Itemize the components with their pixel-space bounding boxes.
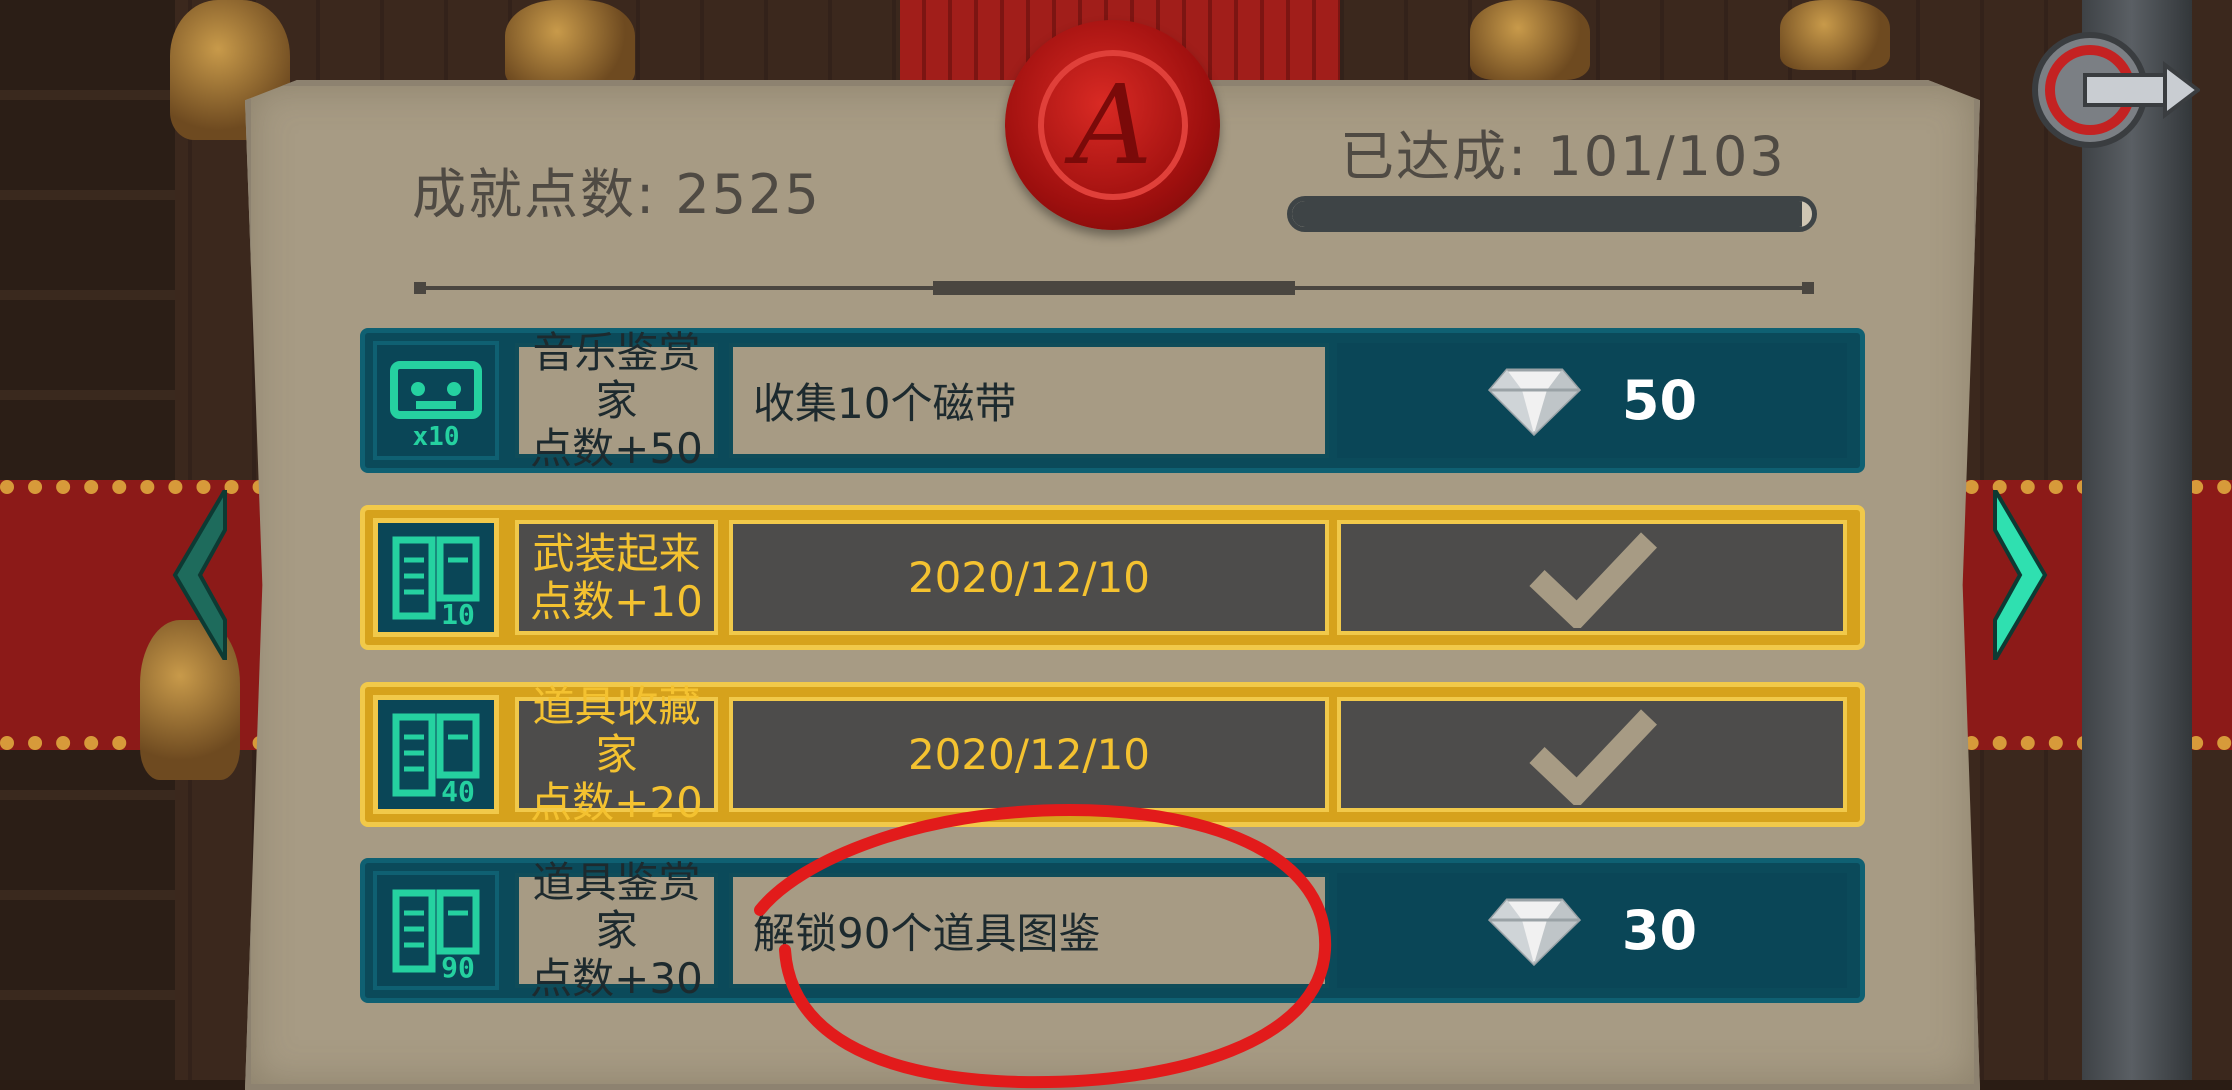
checkmark-icon: [1529, 708, 1657, 805]
achievement-progress-fill: [1292, 201, 1802, 227]
divider-end-right: [1802, 282, 1814, 294]
achievement-description-text: 收集10个磁带: [753, 379, 1017, 428]
achievement-points-label: 成就点数:: [412, 163, 657, 226]
achievement-name: 道具收藏家: [532, 681, 701, 779]
icon-badge: 40: [441, 775, 475, 805]
achievement-reward: [1337, 697, 1847, 812]
reward-gem-count: 30: [1621, 899, 1698, 962]
achievement-reward: 30: [1337, 873, 1847, 988]
achievement-name: 道具鉴赏家: [532, 857, 701, 955]
chevron-left-icon: [172, 482, 227, 668]
achievement-reward: 50: [1337, 343, 1847, 458]
achievement-name-cell: 音乐鉴赏家 点数+50: [515, 328, 718, 472]
achievement-description: 收集10个磁带: [729, 343, 1329, 458]
back-arrow-icon: [2032, 32, 2202, 148]
chevron-right-icon: [1993, 482, 2048, 668]
book-icon: 10: [392, 536, 480, 628]
achievement-completion-date: 2020/12/10: [729, 697, 1329, 812]
achievement-name-cell: 武装起来 点数+10: [515, 520, 718, 635]
achievement-points-reward: 点数+50: [530, 423, 703, 473]
divider-end-left: [414, 282, 426, 294]
achievement-name: 武装起来: [532, 528, 701, 578]
achievement-description-text: 解锁90个道具图鉴: [753, 909, 1101, 958]
achievement-icon: 90: [373, 871, 499, 990]
achievement-date-text: 2020/12/10: [907, 553, 1151, 602]
back-button[interactable]: [2030, 30, 2202, 150]
diamond-icon: [1487, 898, 1581, 966]
header-divider: [414, 281, 1814, 295]
achievement-name-cell: 道具收藏家 点数+20: [515, 682, 718, 826]
book-icon: 40: [392, 713, 480, 805]
icon-badge: 90: [441, 951, 475, 981]
background-statue: [505, 0, 635, 90]
achievement-reward: [1337, 520, 1847, 635]
page-indicator: [933, 281, 1295, 295]
achievement-name-cell: 道具鉴赏家 点数+30: [515, 858, 718, 1002]
book-icon: 90: [392, 889, 480, 981]
achievement-points-reward: 点数+10: [530, 576, 703, 626]
background-pillar: [2082, 0, 2192, 1080]
diamond-icon: [1487, 368, 1581, 436]
achieved-count: 已达成: 101/103: [1340, 112, 1786, 191]
wax-seal-glyph: A: [1037, 50, 1188, 200]
wax-seal-icon: A: [1005, 20, 1220, 230]
achievement-points-value: 2525: [675, 163, 821, 226]
achievement-progress-bar: [1287, 196, 1817, 232]
achievement-icon: 40: [373, 695, 499, 814]
cassette-tape-icon: x10: [390, 360, 482, 451]
achievement-name: 音乐鉴赏家: [532, 327, 701, 425]
achieved-count-label: 已达成:: [1340, 125, 1529, 188]
icon-badge: x10: [413, 422, 460, 451]
achieved-count-value: 101/103: [1547, 125, 1786, 188]
reward-gem-count: 50: [1621, 369, 1698, 432]
background-statue: [1780, 0, 1890, 70]
achievement-description: 解锁90个道具图鉴: [729, 873, 1329, 988]
checkmark-icon: [1529, 531, 1657, 628]
achievement-icon: x10: [373, 341, 499, 460]
achievement-row[interactable]: x10 音乐鉴赏家 点数+50 收集10个磁带 50: [360, 328, 1865, 473]
achievement-points: 成就点数: 2525: [412, 150, 821, 229]
achievement-points-reward: 点数+20: [530, 777, 703, 827]
achievement-row[interactable]: 10 武装起来 点数+10 2020/12/10: [360, 505, 1865, 650]
next-page-button[interactable]: [1990, 482, 2050, 668]
background-statue: [1470, 0, 1590, 80]
achievement-row[interactable]: 40 道具收藏家 点数+20 2020/12/10: [360, 682, 1865, 827]
previous-page-button[interactable]: [170, 482, 230, 668]
achievement-row[interactable]: 90 道具鉴赏家 点数+30 解锁90个道具图鉴 30: [360, 858, 1865, 1003]
achievement-date-text: 2020/12/10: [907, 730, 1151, 779]
achievement-icon: 10: [373, 518, 499, 637]
achievement-completion-date: 2020/12/10: [729, 520, 1329, 635]
icon-badge: 10: [441, 598, 475, 628]
achievement-points-reward: 点数+30: [530, 953, 703, 1003]
